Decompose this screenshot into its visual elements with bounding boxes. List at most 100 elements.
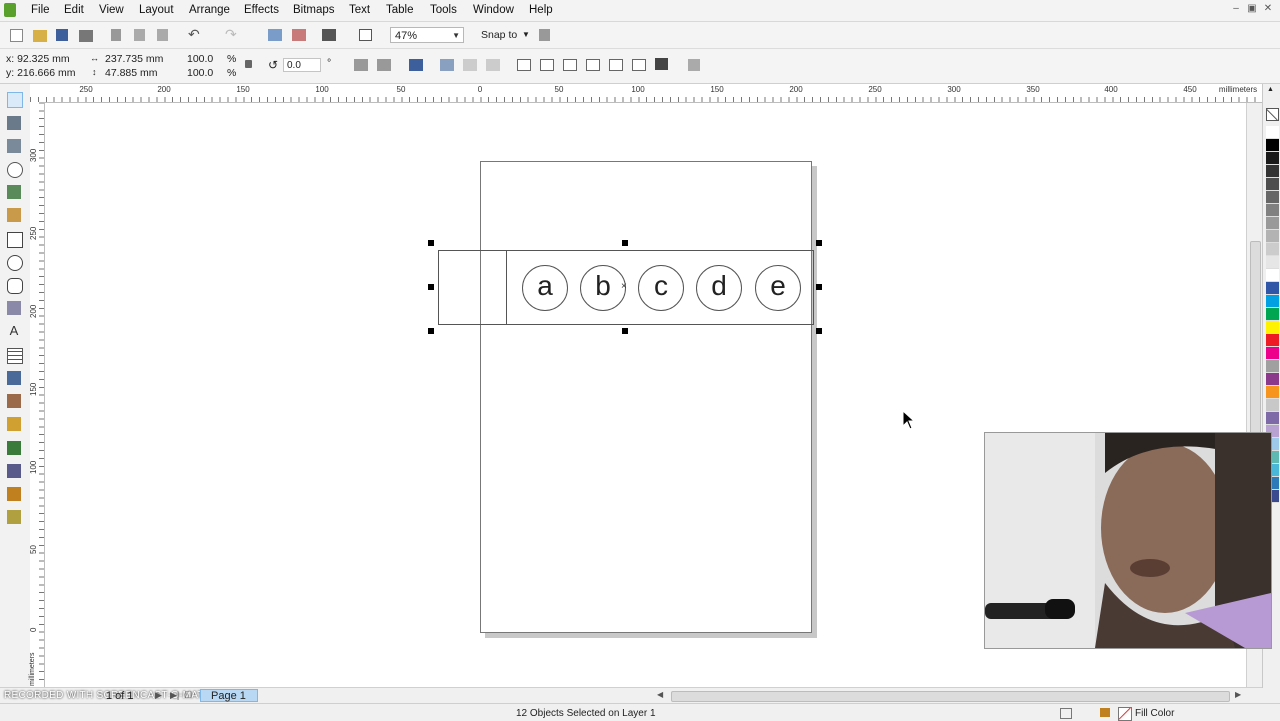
palette-swatch[interactable] (1266, 373, 1279, 386)
menu-arrange[interactable]: Arrange (189, 4, 230, 16)
no-fill-swatch-icon[interactable] (1266, 108, 1279, 121)
circle-b[interactable]: b (580, 265, 626, 311)
crop-tool-icon[interactable] (7, 139, 21, 153)
add-page-icon[interactable]: □ (185, 689, 192, 701)
horizontal-ruler[interactable]: 250 200 150 100 50 0 50 100 150 200 250 … (30, 84, 1262, 103)
selection-handle-right[interactable] (816, 284, 822, 290)
menu-edit[interactable]: Edit (64, 4, 84, 16)
menu-help[interactable]: Help (529, 4, 553, 16)
palette-swatch[interactable] (1266, 165, 1279, 178)
snap-to-chevron-icon[interactable]: ▼ (522, 30, 530, 39)
intersect-icon[interactable] (563, 59, 577, 71)
connector-tool-icon[interactable] (7, 394, 21, 408)
palette-swatch[interactable] (1266, 308, 1279, 321)
next-page-icon[interactable]: ▶ (155, 690, 162, 701)
palette-swatch[interactable] (1266, 282, 1279, 295)
palette-swatch[interactable] (1266, 347, 1279, 360)
tab-page-1[interactable]: Page 1 (200, 689, 258, 702)
circle-d[interactable]: d (696, 265, 742, 311)
palette-up-icon[interactable]: ▲ (1267, 86, 1274, 93)
new-document-icon[interactable] (10, 29, 23, 42)
selection-handle-left[interactable] (428, 284, 434, 290)
freehand-tool-icon[interactable] (7, 185, 21, 199)
interactive-fill-icon[interactable] (7, 510, 21, 524)
document-page[interactable] (480, 161, 812, 633)
save-icon[interactable] (56, 29, 68, 41)
circle-c[interactable]: c (638, 265, 684, 311)
create-boundary-icon[interactable] (655, 58, 668, 70)
welcome-screen-icon[interactable] (359, 29, 372, 41)
menu-file[interactable]: File (31, 4, 50, 16)
shape-tool-icon[interactable] (7, 116, 21, 130)
palette-swatch[interactable] (1266, 256, 1279, 269)
polygon-tool-icon[interactable] (7, 278, 23, 294)
ungroup-icon[interactable] (463, 59, 477, 71)
rectangle-tool-icon[interactable] (7, 232, 23, 248)
last-page-icon[interactable]: ▶| (170, 690, 179, 701)
close-icon[interactable]: ✕ (1260, 2, 1276, 16)
no-fill-indicator-icon[interactable] (1118, 707, 1132, 721)
ellipse-tool-icon[interactable] (7, 255, 23, 271)
interactive-effects-icon[interactable] (7, 417, 21, 431)
mirror-vertical-icon[interactable] (377, 59, 391, 71)
minimize-icon[interactable]: – (1228, 2, 1244, 16)
menu-window[interactable]: Window (473, 4, 514, 16)
palette-swatch[interactable] (1266, 230, 1279, 243)
mirror-horizontal-icon[interactable] (354, 59, 368, 71)
palette-swatch[interactable] (1266, 191, 1279, 204)
cut-icon[interactable] (111, 29, 121, 41)
palette-swatch[interactable] (1266, 178, 1279, 191)
vertical-scroll-thumb[interactable] (1250, 241, 1261, 463)
width-field[interactable]: 237.735 mm (105, 53, 163, 65)
scroll-left-icon[interactable]: ◀ (657, 690, 663, 699)
selection-handle-top[interactable] (622, 240, 628, 246)
palette-swatch[interactable] (1266, 204, 1279, 217)
restore-icon[interactable]: ▣ (1244, 2, 1260, 16)
selection-handle-bottom-right[interactable] (816, 328, 822, 334)
redo-icon[interactable]: ↷ (225, 27, 239, 41)
palette-swatch[interactable] (1266, 152, 1279, 165)
palette-swatch[interactable] (1266, 321, 1279, 334)
group-icon[interactable] (440, 59, 454, 71)
rotation-angle-field[interactable]: 0.0 (283, 58, 321, 72)
lock-ratio-icon[interactable] (245, 60, 252, 68)
horizontal-scroll-thumb[interactable] (671, 691, 1230, 702)
palette-swatch[interactable] (1266, 269, 1279, 282)
import-icon[interactable] (268, 29, 282, 41)
selection-handle-bottom-left[interactable] (428, 328, 434, 334)
print-icon[interactable] (79, 30, 93, 42)
palette-swatch[interactable] (1266, 399, 1279, 412)
scroll-right-icon[interactable]: ▶ (1235, 690, 1241, 699)
palette-swatch[interactable] (1266, 386, 1279, 399)
text-tool-icon[interactable]: A (7, 324, 21, 338)
align-distribute-icon[interactable] (688, 59, 700, 71)
palette-swatch[interactable] (1266, 412, 1279, 425)
pick-tool-icon[interactable] (7, 92, 23, 108)
y-position-field[interactable]: y: 216.666 mm (6, 67, 75, 79)
trim-icon[interactable] (540, 59, 554, 71)
selection-handle-top-left[interactable] (428, 240, 434, 246)
snap-to-label[interactable]: Snap to (481, 29, 517, 41)
menu-effects[interactable]: Effects (244, 4, 279, 16)
table-tool-icon[interactable] (7, 348, 23, 364)
zoom-tool-icon[interactable] (7, 162, 23, 178)
height-field[interactable]: 47.885 mm (105, 67, 158, 79)
fill-tool-icon[interactable] (7, 487, 21, 501)
menu-table[interactable]: Table (386, 4, 414, 16)
menu-tools[interactable]: Tools (430, 4, 457, 16)
dimension-tool-icon[interactable] (7, 371, 21, 385)
weld-icon[interactable] (517, 59, 531, 71)
ungroup-all-icon[interactable] (486, 59, 500, 71)
scale-y-field[interactable]: 100.0 (187, 67, 213, 79)
circle-a[interactable]: a (522, 265, 568, 311)
menu-view[interactable]: View (99, 4, 124, 16)
selection-handle-bottom[interactable] (622, 328, 628, 334)
copy-icon[interactable] (134, 29, 145, 41)
palette-swatch[interactable] (1266, 126, 1279, 139)
palette-swatch[interactable] (1266, 334, 1279, 347)
circle-e[interactable]: e (755, 265, 801, 311)
palette-swatch[interactable] (1266, 360, 1279, 373)
palette-swatch[interactable] (1266, 217, 1279, 230)
back-minus-front-icon[interactable] (632, 59, 646, 71)
palette-swatch[interactable] (1266, 243, 1279, 256)
